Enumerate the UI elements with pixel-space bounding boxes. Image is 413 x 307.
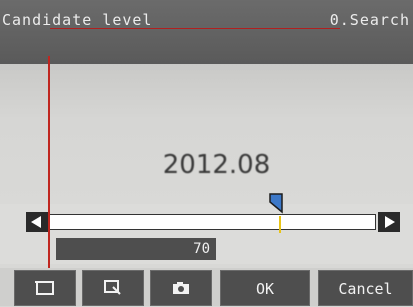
image-text: 2012.08 xyxy=(162,150,271,180)
full-view-icon xyxy=(35,281,54,295)
candidate-level-slider[interactable] xyxy=(26,212,400,233)
camera-icon xyxy=(173,282,189,294)
cancel-button[interactable]: Cancel xyxy=(318,270,413,306)
full-view-button[interactable] xyxy=(14,270,76,306)
slider-level-marker xyxy=(279,216,281,233)
page-title: Candidate level xyxy=(2,11,153,29)
level-value-display: 70 xyxy=(56,238,216,260)
mode-label: 0.Search xyxy=(329,11,410,29)
header-cursor-line xyxy=(50,28,340,29)
slider-track[interactable] xyxy=(48,214,376,233)
ok-button[interactable]: OK xyxy=(220,270,310,306)
header-bar: Candidate level 0.Search xyxy=(0,0,413,64)
capture-button[interactable] xyxy=(150,270,212,306)
slider-increase-button[interactable] xyxy=(378,212,400,232)
slider-thumb[interactable] xyxy=(268,192,286,214)
zoom-region-icon xyxy=(104,280,121,295)
zoom-region-button[interactable] xyxy=(82,270,144,306)
camera-image xyxy=(0,64,413,204)
slider-decrease-button[interactable] xyxy=(26,212,48,232)
